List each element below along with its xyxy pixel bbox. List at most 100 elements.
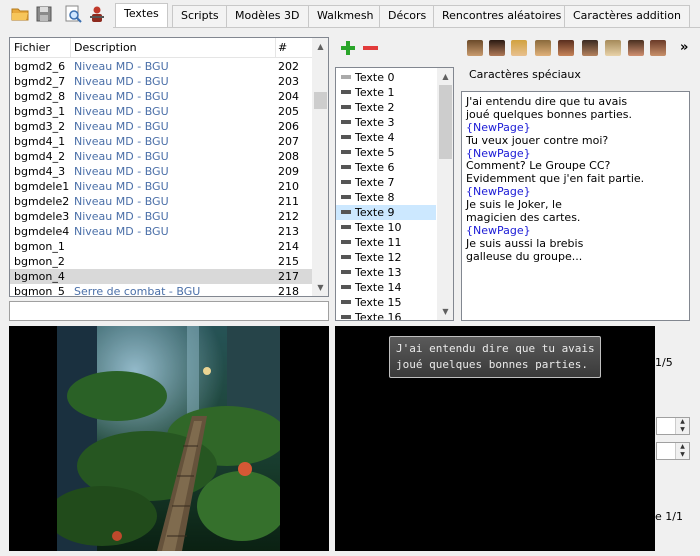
- table-row[interactable]: bgmd2_7 Niveau MD - BGU 203: [10, 74, 312, 89]
- table-row[interactable]: bgmd3_1 Niveau MD - BGU 205: [10, 104, 312, 119]
- file-list-rows: bgmd2_6 Niveau MD - BGU 202 bgmd2_7 Niveau M…: [10, 59, 312, 297]
- table-row[interactable]: bgmon_2 215: [10, 254, 312, 269]
- dialog-text-lines: J'ai entendu dire que tu avais joué quelq…: [466, 95, 685, 264]
- table-row[interactable]: bgmd4_1 Niveau MD - BGU 207: [10, 134, 312, 149]
- save-icon[interactable]: [34, 4, 54, 24]
- table-row[interactable]: bgmon_5 Serre de combat - BGU 218: [10, 284, 312, 297]
- table-row[interactable]: bgmdele2 Niveau MD - BGU 211: [10, 194, 312, 209]
- list-item[interactable]: Texte 16: [336, 310, 436, 321]
- list-item[interactable]: Texte 9: [336, 205, 436, 220]
- add-text-button[interactable]: [340, 40, 356, 56]
- text-entry-icon: [341, 300, 351, 304]
- table-cell-file: bgmon_5: [14, 285, 65, 297]
- scroll-up-icon[interactable]: ▲: [312, 38, 328, 55]
- list-item[interactable]: Texte 15: [336, 295, 436, 310]
- file-search-input[interactable]: [9, 301, 329, 321]
- table-row[interactable]: bgmd4_3 Niveau MD - BGU 209: [10, 164, 312, 179]
- list-item[interactable]: Texte 4: [336, 130, 436, 145]
- character-portrait-icon[interactable]: [628, 40, 644, 56]
- remove-text-button[interactable]: [363, 46, 378, 50]
- list-item[interactable]: Texte 6: [336, 160, 436, 175]
- list-item[interactable]: Texte 12: [336, 250, 436, 265]
- tab-scripts[interactable]: Scripts: [172, 5, 228, 27]
- table-cell-description: Niveau MD - BGU: [74, 120, 169, 133]
- spin-box[interactable]: ▲ ▼: [656, 442, 690, 460]
- character-portrait-icon[interactable]: [489, 40, 505, 56]
- table-cell-description: Niveau MD - BGU: [74, 165, 169, 178]
- list-item[interactable]: Texte 14: [336, 280, 436, 295]
- list-item-label: Texte 2: [355, 101, 395, 114]
- scroll-up-icon[interactable]: ▲: [437, 68, 453, 85]
- column-header-description[interactable]: Description: [74, 41, 137, 54]
- list-item[interactable]: Texte 8: [336, 190, 436, 205]
- text-entry-icon: [341, 270, 351, 274]
- character-portrait-icon[interactable]: [582, 40, 598, 56]
- table-row[interactable]: bgmd4_2 Niveau MD - BGU 208: [10, 149, 312, 164]
- spin-box[interactable]: ▲ ▼: [656, 417, 690, 435]
- more-characters-chevron-icon[interactable]: »: [680, 40, 688, 55]
- tab-modeles-3d[interactable]: Modèles 3D: [226, 5, 309, 27]
- open-folder-icon[interactable]: [10, 4, 30, 24]
- dialog-line: galleuse du groupe...: [466, 249, 583, 263]
- list-item-label: Texte 15: [355, 296, 402, 309]
- table-cell-file: bgmd3_2: [14, 120, 66, 133]
- table-row[interactable]: bgmon_4 217: [10, 269, 312, 284]
- list-item[interactable]: Texte 13: [336, 265, 436, 280]
- tab-decors[interactable]: Décors: [379, 5, 436, 27]
- list-item[interactable]: Texte 1: [336, 85, 436, 100]
- scroll-down-icon[interactable]: ▼: [312, 279, 328, 296]
- list-item-label: Texte 6: [355, 161, 395, 174]
- file-list[interactable]: Fichier Description # bgmd2_6 Niveau MD -…: [9, 37, 329, 297]
- character-portrait-icon[interactable]: [467, 40, 483, 56]
- list-item[interactable]: Texte 0: [336, 70, 436, 85]
- character-icon[interactable]: [87, 4, 107, 24]
- table-cell-number: 206: [278, 120, 299, 133]
- table-cell-description: Serre de combat - BGU: [74, 285, 201, 297]
- search-document-icon[interactable]: [63, 4, 83, 24]
- column-separator[interactable]: [70, 38, 71, 58]
- character-portrait-icon[interactable]: [605, 40, 621, 56]
- character-portrait-icon[interactable]: [535, 40, 551, 56]
- text-list-scrollbar[interactable]: ▲ ▼: [437, 68, 453, 320]
- list-item-label: Texte 16: [355, 311, 402, 321]
- spin-arrows-icon[interactable]: ▲ ▼: [675, 418, 689, 434]
- column-header-file[interactable]: Fichier: [14, 41, 50, 54]
- table-row[interactable]: bgmd2_6 Niveau MD - BGU 202: [10, 59, 312, 74]
- table-row[interactable]: bgmon_1 214: [10, 239, 312, 254]
- scroll-down-icon[interactable]: ▼: [437, 303, 453, 320]
- character-portrait-icon[interactable]: [558, 40, 574, 56]
- table-cell-number: 203: [278, 75, 299, 88]
- spin-arrows-icon[interactable]: ▲ ▼: [675, 443, 689, 459]
- table-row[interactable]: bgmdele3 Niveau MD - BGU 212: [10, 209, 312, 224]
- text-list[interactable]: Texte 0 Texte 1 Texte 2 Texte 3 Texte 4 Texte…: [335, 67, 454, 321]
- table-cell-number: 205: [278, 105, 299, 118]
- list-item[interactable]: Texte 2: [336, 100, 436, 115]
- column-header-number[interactable]: #: [278, 41, 287, 54]
- text-entry-icon: [341, 165, 351, 169]
- tab-walkmesh[interactable]: Walkmesh: [308, 5, 383, 27]
- table-cell-number: 213: [278, 225, 299, 238]
- special-characters-label[interactable]: Caractères spéciaux: [469, 68, 581, 81]
- dialog-text-editor[interactable]: J'ai entendu dire que tu avais joué quelq…: [461, 91, 690, 321]
- table-cell-file: bgmdele3: [14, 210, 70, 223]
- file-list-scrollbar[interactable]: ▲ ▼: [312, 38, 328, 296]
- list-item-label: Texte 7: [355, 176, 395, 189]
- tab-rencontres-aleatoires[interactable]: Rencontres aléatoires: [433, 5, 571, 27]
- scroll-thumb[interactable]: [439, 85, 452, 159]
- tab-textes[interactable]: Textes: [115, 3, 168, 27]
- table-cell-file: bgmon_1: [14, 240, 65, 253]
- list-item[interactable]: Texte 7: [336, 175, 436, 190]
- scroll-thumb[interactable]: [314, 92, 327, 109]
- list-item[interactable]: Texte 11: [336, 235, 436, 250]
- character-portrait-icon[interactable]: [511, 40, 527, 56]
- table-row[interactable]: bgmd3_2 Niveau MD - BGU 206: [10, 119, 312, 134]
- table-row[interactable]: bgmdele1 Niveau MD - BGU 210: [10, 179, 312, 194]
- list-item[interactable]: Texte 3: [336, 115, 436, 130]
- character-portrait-icon[interactable]: [650, 40, 666, 56]
- table-row[interactable]: bgmdele4 Niveau MD - BGU 213: [10, 224, 312, 239]
- list-item[interactable]: Texte 5: [336, 145, 436, 160]
- column-separator[interactable]: [275, 38, 276, 58]
- table-row[interactable]: bgmd2_8 Niveau MD - BGU 204: [10, 89, 312, 104]
- tab-caracteres-additionnels[interactable]: Caractères addition: [564, 5, 690, 27]
- list-item[interactable]: Texte 10: [336, 220, 436, 235]
